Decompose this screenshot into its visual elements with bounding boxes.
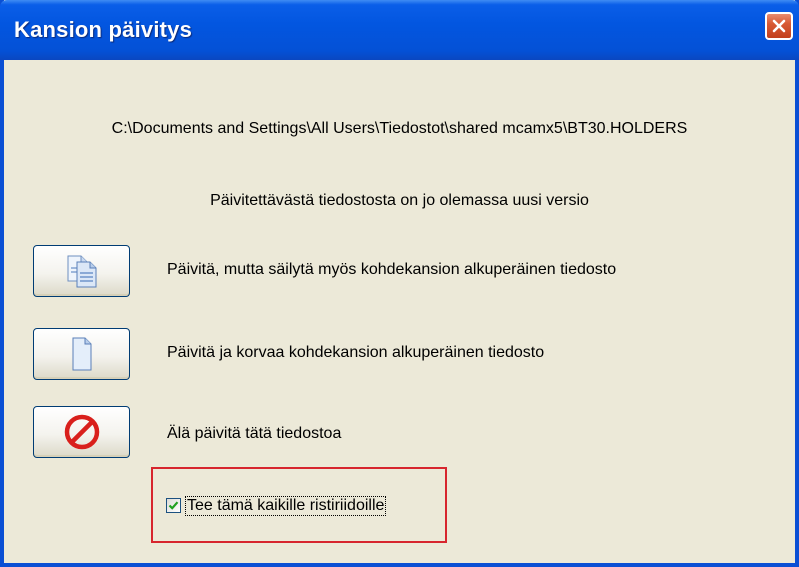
window-title: Kansion päivitys <box>14 17 193 42</box>
dialog-window: Kansion päivitys C:\Documents and Settin… <box>0 0 799 567</box>
title-bar[interactable]: Kansion päivitys <box>0 0 799 60</box>
update-replace-original-label: Päivitä ja korvaa kohdekansion alkuperäi… <box>167 344 545 361</box>
message-text: Päivitettävästä tiedostosta on jo olemas… <box>210 192 589 209</box>
document-icon <box>72 337 91 371</box>
update-replace-original-button[interactable] <box>33 328 130 380</box>
apply-to-all-label[interactable]: Tee tämä kaikille ristiriidoille <box>184 496 387 516</box>
no-entry-icon <box>64 414 99 450</box>
copy-documents-icon <box>67 255 96 288</box>
update-keep-original-button[interactable] <box>33 245 130 297</box>
file-path-text: C:\Documents and Settings\All Users\Tied… <box>111 120 688 137</box>
close-button[interactable] <box>765 12 793 40</box>
do-not-update-label: Älä päivitä tätä tiedostoa <box>167 425 342 442</box>
apply-to-all-checkbox[interactable] <box>166 498 181 513</box>
do-not-update-button[interactable] <box>33 406 130 458</box>
checkmark-icon <box>168 501 179 510</box>
close-icon <box>772 19 786 33</box>
update-keep-original-label: Päivitä, mutta säilytä myös kohdekansion… <box>167 261 617 278</box>
